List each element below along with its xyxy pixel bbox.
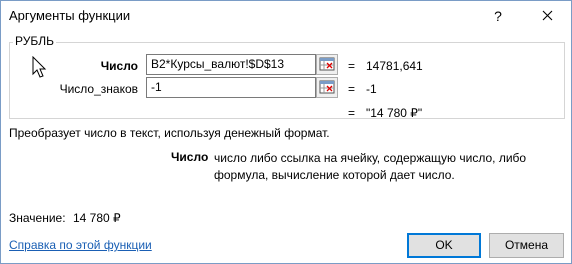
formula-result-value: 14 780 ₽ — [73, 211, 121, 225]
arg-help-name: Число — [171, 150, 209, 164]
mouse-cursor-icon — [32, 56, 47, 78]
arg-label-num-digits: Число_знаков — [59, 82, 138, 96]
arg-value-num-digits: -1 — [366, 82, 377, 96]
range-select-icon — [319, 57, 335, 71]
formula-result-label: Значение: — [9, 211, 66, 225]
result-equals: = — [348, 106, 356, 120]
arg-input-number[interactable]: B2*Курсы_валют!$D$13 — [146, 54, 316, 75]
function-result-preview: "14 780 ₽" — [366, 106, 423, 120]
close-icon — [542, 10, 552, 21]
dialog-title: Аргументы функции — [9, 8, 131, 23]
close-button[interactable] — [529, 4, 565, 28]
collapse-dialog-button-num-digits[interactable] — [316, 77, 338, 98]
arg-equals-number: = — [348, 59, 356, 73]
collapse-dialog-button-number[interactable] — [316, 54, 338, 75]
ok-button[interactable]: OK — [407, 233, 481, 258]
cancel-button[interactable]: Отмена — [489, 233, 564, 258]
range-select-icon — [319, 80, 335, 94]
arg-help-text: число либо ссылка на ячейку, содержащую … — [214, 151, 527, 182]
arg-input-num-digits[interactable]: -1 — [146, 77, 316, 98]
help-button[interactable]: ? — [484, 6, 512, 26]
function-arguments-dialog: Аргументы функции ? РУБЛЬ Число B2*Курсы… — [0, 0, 572, 264]
function-description: Преобразует число в текст, используя ден… — [9, 126, 330, 140]
help-link[interactable]: Справка по этой функции — [9, 238, 152, 252]
title-bar: Аргументы функции ? — [1, 1, 571, 31]
function-name: РУБЛЬ — [13, 34, 56, 48]
arg-label-number: Число — [100, 59, 138, 73]
arg-equals-num-digits: = — [348, 82, 356, 96]
arg-value-number: 14781,641 — [366, 59, 423, 73]
